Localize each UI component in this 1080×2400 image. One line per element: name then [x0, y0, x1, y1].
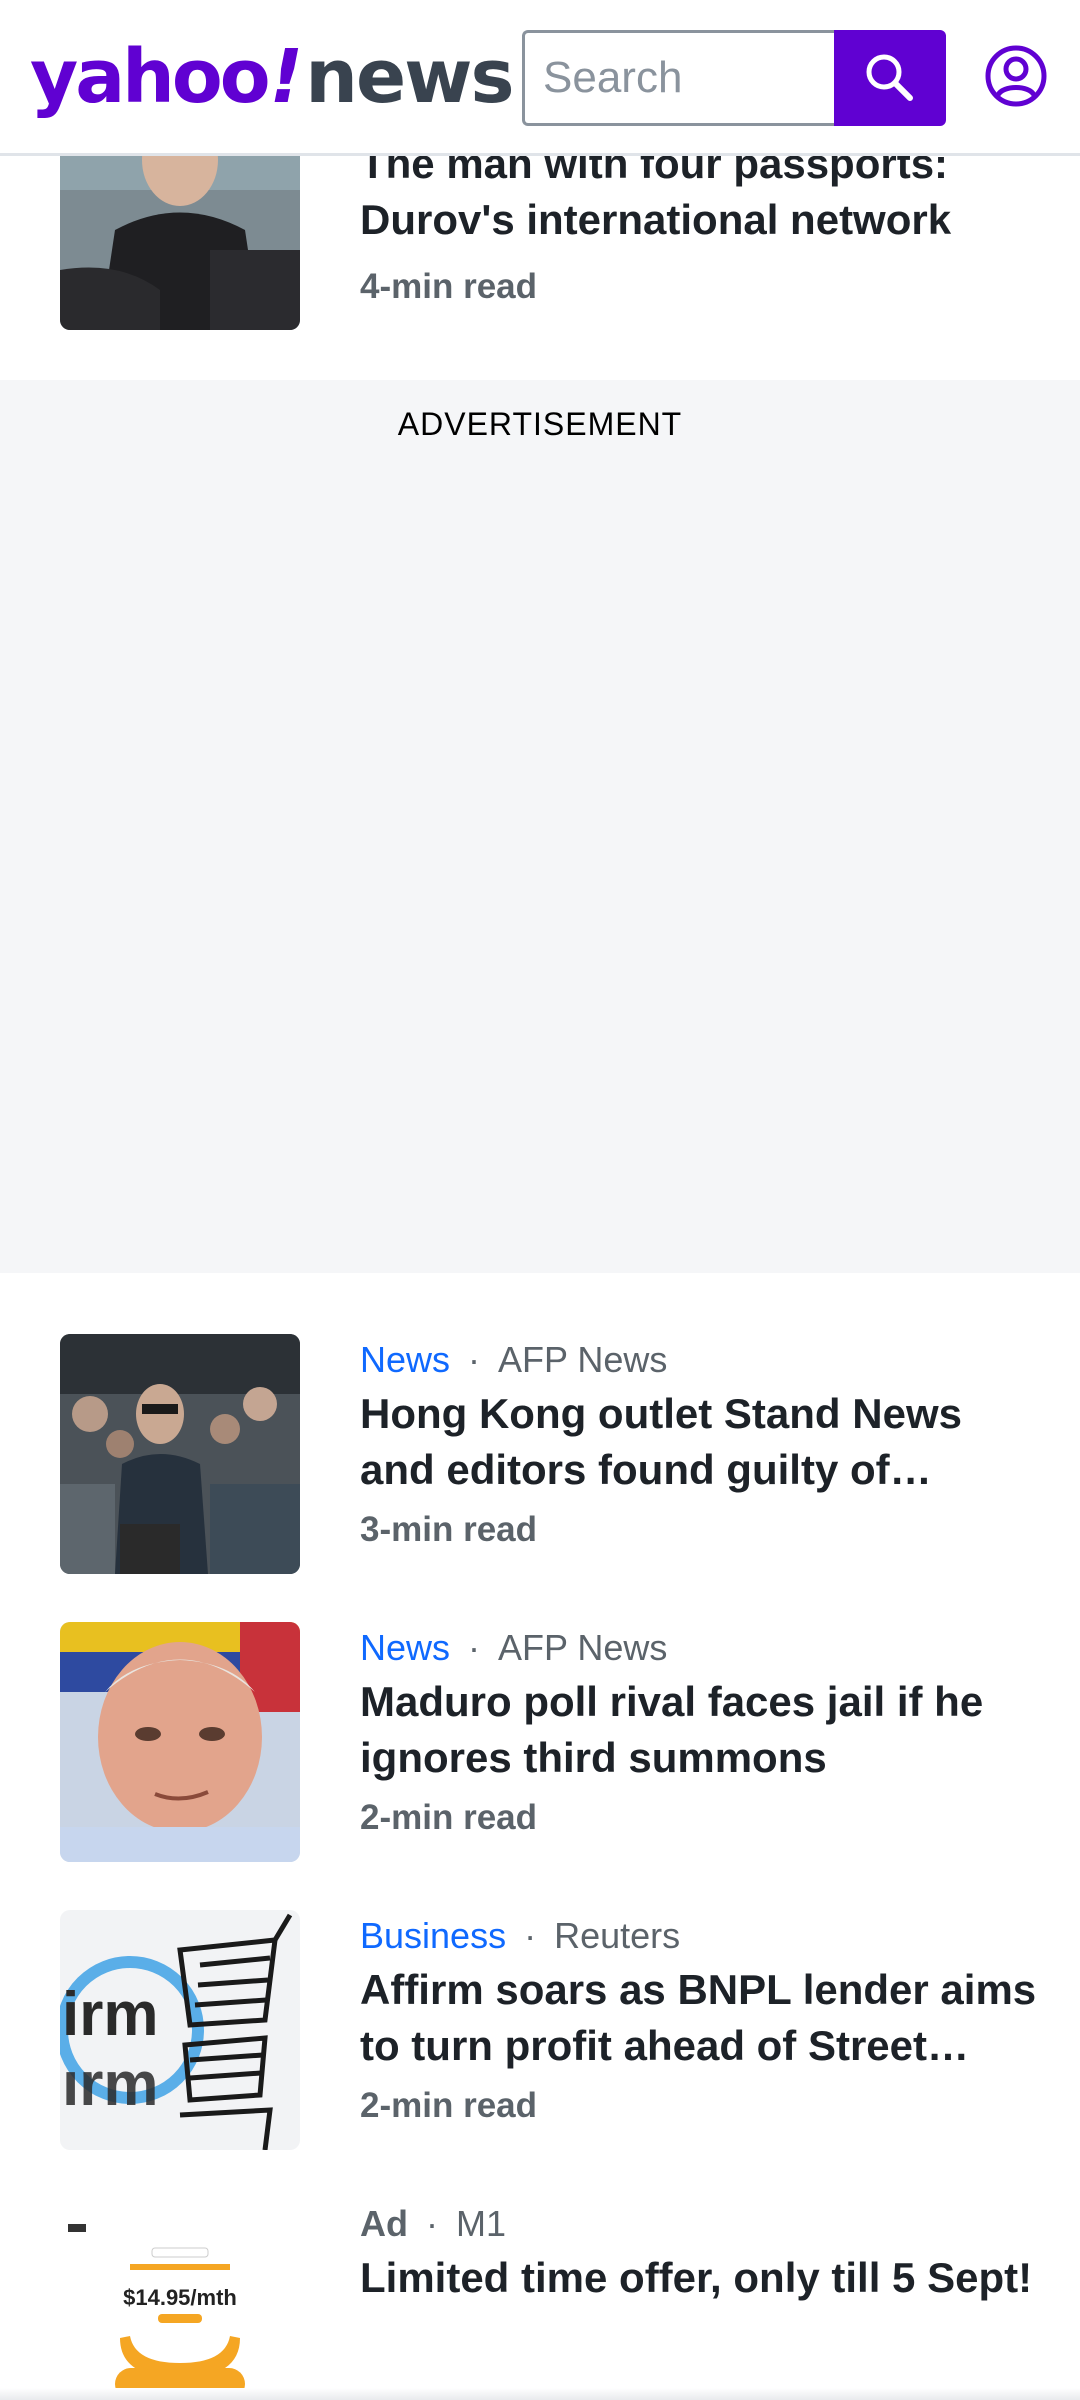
sponsored-headline[interactable]: Limited time offer, only till 5 Sept! — [360, 2250, 1040, 2306]
meta-separator: · — [468, 1339, 481, 1380]
story-read-time: 2-min read — [360, 2086, 537, 2125]
user-profile-icon — [985, 45, 1047, 107]
story-category-link[interactable]: News — [360, 1627, 450, 1668]
story-card[interactable]: irm ırm Business · Reuters Affirm soars as… — [0, 1910, 1080, 2150]
bottom-edge-shadow — [0, 2388, 1080, 2400]
advertisement-label: ADVERTISEMENT — [397, 406, 683, 442]
ad-label: Ad — [360, 2203, 408, 2244]
meta-separator: · — [524, 1915, 537, 1956]
meta-separator: · — [426, 2203, 438, 2244]
site-header: yahoo! news — [0, 0, 1080, 156]
story-read-time: 2-min read — [360, 1798, 537, 1837]
account-button[interactable] — [984, 44, 1048, 108]
story-headline[interactable]: Hong Kong outlet Stand News and editors … — [360, 1386, 1040, 1498]
m1-price-text: $14.95/mth — [123, 2285, 237, 2310]
story-read-time: 3-min read — [360, 1510, 537, 1549]
story-meta: News · AFP News — [360, 1339, 667, 1381]
search-bar — [522, 30, 946, 126]
story-card[interactable]: News · AFP News Maduro poll rival faces ja… — [0, 1622, 1080, 1862]
story-source: AFP News — [498, 1339, 668, 1380]
story-thumbnail[interactable]: irm ırm — [60, 1910, 300, 2150]
search-input[interactable] — [522, 30, 834, 126]
story-category-link[interactable]: News — [360, 1339, 450, 1380]
maduro-rival-photo-image — [60, 1622, 300, 1862]
story-category-link[interactable]: Business — [360, 1915, 506, 1956]
sponsored-story-card[interactable]: $14.95/mth Ad · M1 Limited time offer, onl… — [0, 2198, 1080, 2400]
stand-news-photo-image — [60, 1334, 300, 1574]
story-headline[interactable]: Maduro poll rival faces jail if he ignor… — [360, 1674, 1040, 1786]
story-meta: Ad · M1 — [360, 2203, 506, 2245]
story-card[interactable]: News · AFP News Hong Kong outlet Stand New… — [0, 1334, 1080, 1574]
affirm-logo-text-top: irm — [62, 1980, 158, 2049]
logo-bang-text: ! — [269, 34, 304, 120]
advertiser-name: M1 — [456, 2203, 507, 2244]
story-source: AFP News — [498, 1627, 668, 1668]
story-read-time: 4-min read — [360, 267, 537, 306]
m1-promo-image: $14.95/mth — [60, 2218, 300, 2400]
logo-yahoo-text: yahoo — [30, 34, 271, 120]
story-meta: News · AFP News — [360, 1627, 667, 1669]
meta-separator: · — [468, 1627, 481, 1668]
story-meta: Business · Reuters — [360, 1915, 680, 1957]
affirm-cart-photo-image: irm ırm — [60, 1910, 300, 2150]
logo-news-text: news — [305, 34, 514, 120]
search-icon — [866, 54, 913, 101]
story-thumbnail[interactable] — [60, 1622, 300, 1862]
yahoo-news-logo[interactable]: yahoo! news — [30, 34, 515, 124]
story-source: Reuters — [554, 1915, 681, 1956]
search-button[interactable] — [834, 30, 946, 126]
story-headline[interactable]: Affirm soars as BNPL lender aims to turn… — [360, 1962, 1040, 2074]
story-thumbnail[interactable] — [60, 1334, 300, 1574]
advertisement-slot[interactable]: ADVERTISEMENT — [0, 380, 1080, 1273]
sponsored-thumbnail[interactable]: $14.95/mth — [60, 2218, 300, 2400]
affirm-logo-text-bottom: ırm — [62, 2050, 158, 2119]
